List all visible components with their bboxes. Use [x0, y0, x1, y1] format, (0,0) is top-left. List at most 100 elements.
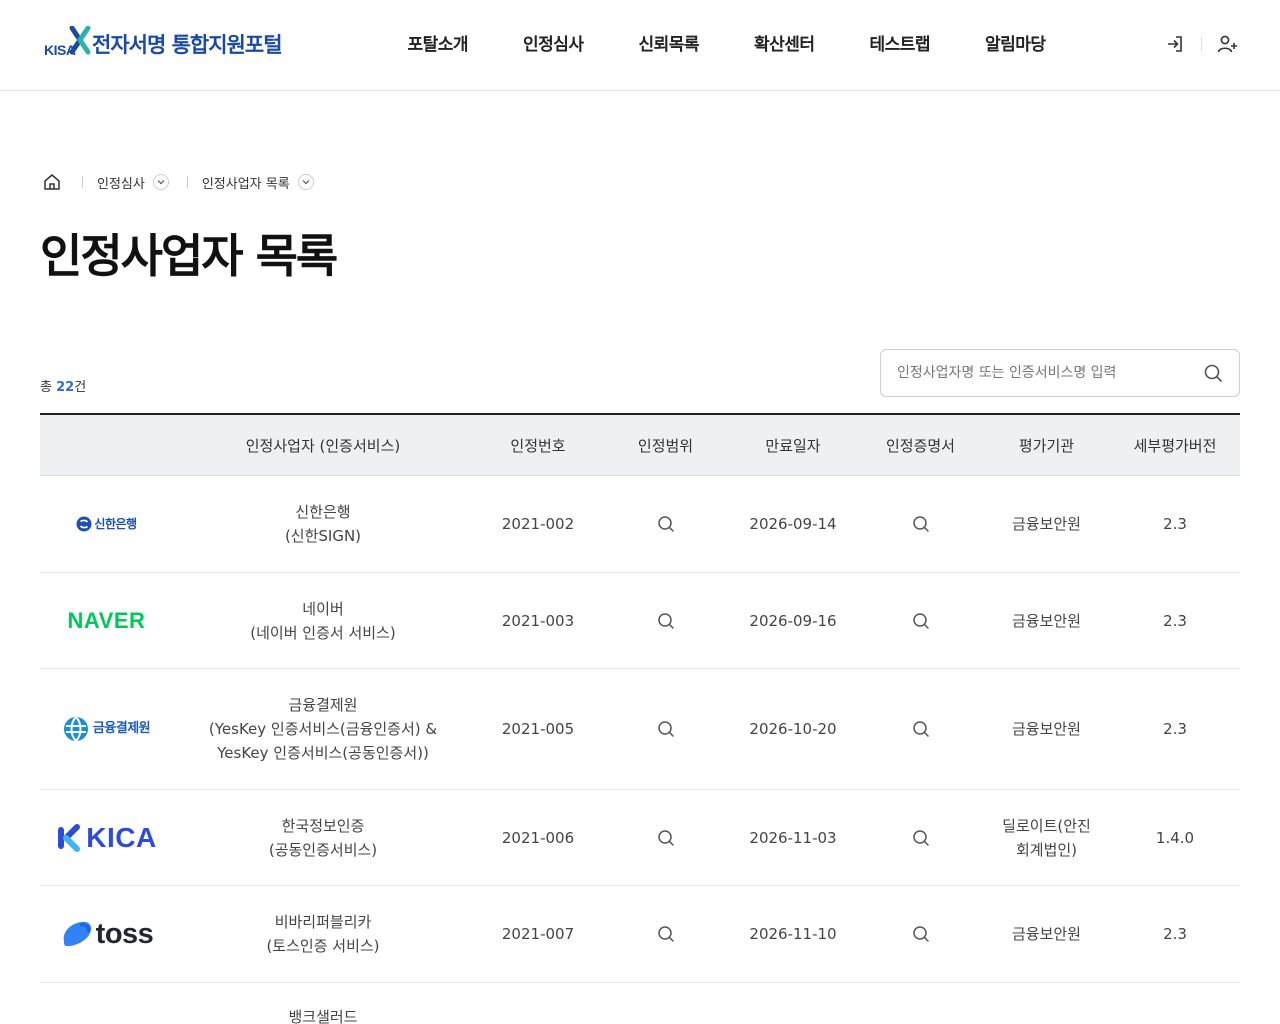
provider-service: (신한SIGN): [284, 527, 362, 545]
chevron-down-icon: [297, 174, 314, 190]
eval-version: 1.4.0: [1155, 828, 1195, 847]
shinhan-logo-icon: [76, 516, 92, 532]
magnifier-icon: [657, 721, 674, 737]
scope-view: [603, 924, 728, 944]
provider-service: (YesKey 인증서비스(금융인증서) &: [208, 720, 438, 738]
toss-logo-icon: [63, 921, 91, 947]
provider-name: 금융결제원 (YesKey 인증서비스(금융인증서) & YesKey 인증서비…: [173, 693, 473, 765]
scope-view: [603, 611, 728, 631]
provider-logo: NAVER: [40, 608, 173, 633]
join-button[interactable]: [1216, 32, 1240, 56]
nav-item-test-lab[interactable]: 테스트랩: [842, 30, 958, 55]
column-header-version: 세부평가버전: [1133, 436, 1217, 455]
certificate-view: [858, 924, 983, 944]
chevron-down-icon: [152, 174, 169, 190]
provider-service: (네이버 인증서 서비스): [250, 623, 396, 642]
scope-view: [603, 514, 728, 534]
kftc-logo-text: 금융결제원: [92, 721, 151, 736]
search-input[interactable]: [897, 350, 1197, 396]
result-count: 총 22건: [40, 376, 86, 395]
nav-item-notices[interactable]: 알림마당: [958, 30, 1074, 55]
table-row: toss 비바리퍼블리카 (토스인증 서비스) 2021-007 2026-11…: [40, 886, 1240, 983]
provider-service-line2: YesKey 인증서비스(공동인증서)): [217, 744, 429, 762]
provider-name-main: 한국정보인증: [281, 816, 365, 835]
breadcrumb-provider-list[interactable]: 인정사업자 목록: [202, 173, 314, 192]
expiry-date: 2026-09-14: [749, 515, 837, 533]
table-row: NAVER 네이버 (네이버 인증서 서비스) 2021-003 2026-09…: [40, 573, 1240, 669]
accreditation-number: 2021-003: [501, 611, 575, 630]
search-icon: [1204, 364, 1222, 382]
add-user-icon: [1217, 35, 1237, 53]
kica-logo-text: KICA: [86, 821, 157, 853]
view-certificate-button[interactable]: [911, 924, 931, 944]
view-scope-button[interactable]: [656, 719, 676, 739]
view-certificate-button[interactable]: [911, 514, 931, 534]
certificate-view: [858, 611, 983, 631]
expiry-date: 2026-10-20: [749, 720, 837, 738]
breadcrumb-accreditation[interactable]: 인정심사: [97, 173, 169, 192]
column-header-provider: 인정사업자 (인증서비스): [245, 436, 401, 455]
provider-name-main: 금융결제원: [288, 696, 358, 714]
nav-item-accreditation[interactable]: 인정심사: [496, 30, 612, 55]
count-suffix: 건: [74, 380, 87, 395]
kisa-logo-mark: KISA: [42, 25, 94, 62]
view-scope-button[interactable]: [656, 514, 676, 534]
nav-item-portal-intro[interactable]: 포탈소개: [380, 30, 496, 55]
certificate-view: [858, 828, 983, 848]
nav-item-diffusion-center[interactable]: 확산센터: [727, 30, 843, 55]
view-certificate-button[interactable]: [911, 719, 931, 739]
evaluator-name-line2: 회계법인): [1015, 840, 1078, 859]
view-scope-button[interactable]: [656, 611, 676, 631]
login-button[interactable]: [1163, 32, 1187, 56]
view-scope-button[interactable]: [656, 924, 676, 944]
provider-service: (공동인증서비스): [268, 840, 378, 859]
site-title: 전자서명 통합지원포털: [92, 33, 283, 57]
magnifier-icon: [912, 516, 929, 532]
certificate-view: [858, 719, 983, 739]
kica-logo: KICA: [56, 821, 157, 853]
view-certificate-button[interactable]: [911, 611, 931, 631]
count-value: 22: [56, 380, 75, 395]
provider-name: 네이버 (네이버 인증서 서비스): [173, 597, 473, 645]
expiry-date: 2026-11-10: [749, 925, 837, 943]
provider-name-main: 신한은행: [295, 503, 351, 521]
provider-logo: 금융결제원: [40, 716, 173, 742]
accreditation-number: 2021-005: [501, 720, 575, 738]
breadcrumb-label: 인정사업자 목록: [201, 176, 290, 192]
main-nav: 포탈소개 인정심사 신뢰목록 확산센터 테스트랩 알림마당: [380, 30, 1073, 55]
kftc-logo: 금융결제원: [63, 716, 151, 742]
expiry-date: 2026-09-16: [749, 611, 837, 630]
scope-view: [603, 719, 728, 739]
shinhan-logo: 신한은행: [76, 512, 137, 536]
eval-version: 2.3: [1163, 515, 1187, 533]
nav-item-trust-list[interactable]: 신뢰목록: [611, 30, 727, 55]
site-header: KISA 전자서명 통합지원포털 포탈소개 인정심사 신뢰목록 확산센터 테스트…: [0, 0, 1280, 91]
evaluator: 금융보안원: [983, 922, 1110, 946]
evaluator: 금융보안원: [983, 717, 1110, 741]
evaluator-name: 금융보안원: [1011, 925, 1081, 943]
column-header-number: 인정번호: [510, 436, 566, 455]
evaluator: 금융보안원: [983, 512, 1110, 536]
shinhan-logo-text: 신한은행: [94, 517, 137, 531]
evaluator-name: 금융보안원: [1011, 720, 1081, 738]
breadcrumb-home[interactable]: [40, 170, 64, 194]
provider-logo: KICA: [40, 821, 173, 853]
evaluator-name: 금융보안원: [1011, 515, 1081, 533]
view-certificate-button[interactable]: [911, 828, 931, 848]
provider-logo: 신한은행: [40, 512, 173, 536]
accreditation-number: 2021-002: [501, 515, 575, 533]
eval-version: 2.3: [1163, 925, 1187, 943]
magnifier-icon: [912, 612, 929, 629]
view-scope-button[interactable]: [656, 828, 676, 848]
home-icon: [44, 174, 60, 190]
site-logo[interactable]: KISA 전자서명 통합지원포털: [42, 25, 283, 62]
column-header-scope: 인정범위: [637, 436, 694, 455]
provider-service: (토스인증 서비스): [266, 937, 380, 955]
table-row: 뱅크샐러드: [40, 983, 1240, 1024]
table-row: 신한은행 신한은행 (신한SIGN) 2021-002 2026-09-14 금…: [40, 476, 1240, 573]
page-title: 인정사업자 목록: [40, 229, 338, 283]
magnifier-icon: [912, 926, 929, 942]
search-button[interactable]: [1203, 363, 1223, 383]
table-row: KICA 한국정보인증 (공동인증서비스) 2021-006 2026-11-0…: [40, 790, 1240, 886]
magnifier-icon: [657, 516, 674, 532]
